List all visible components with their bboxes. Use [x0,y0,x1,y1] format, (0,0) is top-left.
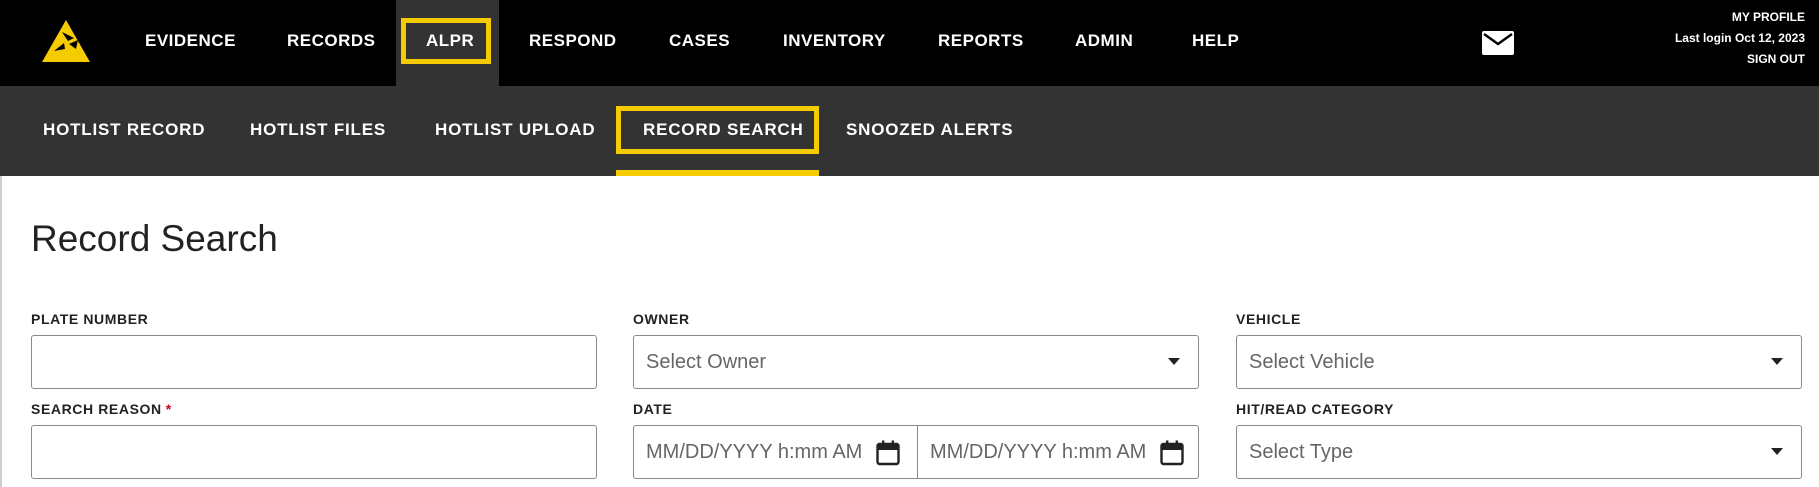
calendar-icon[interactable] [876,440,900,466]
nav-alpr[interactable]: ALPR [396,0,499,86]
subnav-record-search[interactable]: RECORD SEARCH [616,86,819,176]
hit-read-category-placeholder: Select Type [1249,441,1354,463]
search-reason-input[interactable] [31,425,597,479]
nav-reports[interactable]: REPORTS [938,0,1024,86]
owner-placeholder: Select Owner [646,351,767,373]
nav-help[interactable]: HELP [1192,0,1239,86]
active-tab-underline [616,170,819,176]
chevron-down-icon [1168,358,1180,365]
page-title: Record Search [31,218,278,259]
date-end-placeholder: MM/DD/YYYY h:mm AM [930,441,1147,463]
nav-cases[interactable]: CASES [669,0,730,86]
date-range-field: MM/DD/YYYY h:mm AM MM/DD/YYYY h:mm AM [633,425,1199,479]
subnav-record-search-label: RECORD SEARCH [643,120,804,139]
last-login-text: Last login Oct 12, 2023 [1674,31,1805,45]
search-reason-label: SEARCH REASON * [31,401,172,417]
required-marker: * [165,401,172,417]
nav-admin[interactable]: ADMIN [1075,0,1133,86]
mail-icon[interactable] [1482,31,1514,55]
nav-alpr-label: ALPR [426,31,475,50]
nav-evidence[interactable]: EVIDENCE [145,0,236,86]
owner-label: OWNER [633,311,690,327]
vehicle-placeholder: Select Vehicle [1249,351,1375,373]
nav-inventory[interactable]: INVENTORY [783,0,886,86]
chevron-down-icon [1771,448,1783,455]
plate-number-input[interactable] [31,335,597,389]
date-start-placeholder: MM/DD/YYYY h:mm AM [646,441,863,463]
my-profile-link[interactable]: MY PROFILE [1732,10,1805,24]
vehicle-label: VEHICLE [1236,311,1301,327]
subnav-snoozed-alerts[interactable]: SNOOZED ALERTS [846,86,1013,176]
hit-read-category-select[interactable]: Select Type [1236,425,1802,479]
date-label: DATE [633,401,673,417]
subnav-hotlist-record[interactable]: HOTLIST RECORD [43,86,205,176]
sub-navigation-bar: HOTLIST RECORD HOTLIST FILES HOTLIST UPL… [0,86,1819,176]
nav-respond[interactable]: RESPOND [529,0,617,86]
hit-read-category-label: HIT/READ CATEGORY [1236,401,1394,417]
vehicle-select[interactable]: Select Vehicle [1236,335,1802,389]
calendar-icon[interactable] [1160,440,1184,466]
subnav-hotlist-upload[interactable]: HOTLIST UPLOAD [435,86,595,176]
top-navigation-bar: EVIDENCE RECORDS ALPR RESPOND CASES INVE… [0,0,1819,86]
search-reason-label-text: SEARCH REASON [31,401,162,417]
logo-icon[interactable] [40,18,92,64]
sign-out-link[interactable]: SIGN OUT [1747,52,1805,66]
subnav-hotlist-files[interactable]: HOTLIST FILES [250,86,386,176]
chevron-down-icon [1771,358,1783,365]
date-end-input[interactable]: MM/DD/YYYY h:mm AM [918,426,1199,478]
nav-records[interactable]: RECORDS [287,0,376,86]
left-border [0,176,2,487]
date-start-input[interactable]: MM/DD/YYYY h:mm AM [634,426,917,478]
plate-number-label: PLATE NUMBER [31,311,149,327]
owner-select[interactable]: Select Owner [633,335,1199,389]
